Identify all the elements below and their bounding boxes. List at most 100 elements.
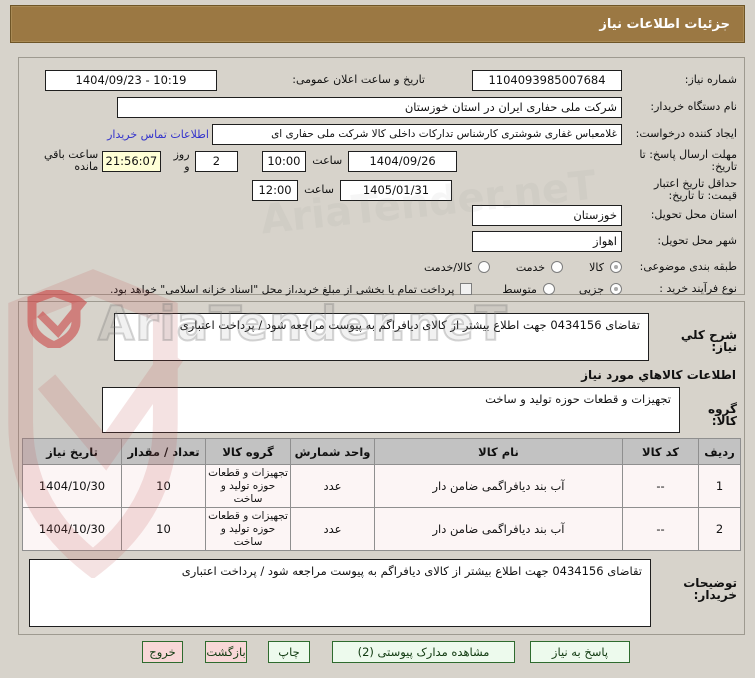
cell-quantity: 10: [121, 507, 206, 551]
cell-row-number: 2: [698, 507, 741, 551]
cell-count-unit: عدد: [290, 464, 375, 508]
row-delivery-city: شهر محل تحویل: اهواز: [19, 228, 744, 254]
radio-medium-label: متوسط: [502, 282, 537, 296]
response-deadline-label: مهلت ارسال پاسخ: تا تاریخ:: [639, 148, 737, 173]
announce-datetime-field[interactable]: 1404/09/23 - 10:19: [45, 69, 217, 91]
row-goods-table: ردیف کد کالا نام کالا واحد شمارش گروه کا…: [19, 438, 744, 552]
page-title-text: جزئیات اطلاعات نیاز: [599, 16, 730, 32]
purchase-process-label: نوع فرآیند خرید :: [659, 282, 737, 295]
delivery-province-label: استان محل تحویل:: [650, 208, 737, 221]
process-option-minor[interactable]: جزیی: [579, 283, 622, 296]
price-validity-date-field[interactable]: 1405/01/31: [340, 179, 452, 201]
cell-goods-code: --: [622, 464, 699, 508]
need-info-panel: شماره نیاز: 1104093985007684 تاریخ و ساع…: [18, 57, 745, 296]
response-deadline-date-field[interactable]: 1404/09/26: [348, 150, 457, 172]
goods-section-title: اطلاعات کالاهاي مورد نیاز: [581, 368, 736, 382]
respond-to-need-button[interactable]: پاسخ به نیاز: [530, 641, 630, 663]
row-general-description: شرح کلي نیاز: تقاضای 0434156 جهت اطلاع ب…: [19, 313, 744, 361]
buyer-notes-label: توضیحات خریدار:: [683, 576, 737, 602]
row-purchase-process: نوع فرآیند خرید : جزیی متوسط پرداخت تمام…: [19, 276, 744, 302]
buyer-org-field[interactable]: شرکت ملی حفاری ایران در استان خوزستان: [117, 96, 622, 118]
cell-goods-group: تجهیزات و قطعات حوزه تولید و ساخت: [205, 507, 291, 551]
price-validity-label: حداقل تاریخ اعتبار قیمت: تا تاریخ:: [653, 177, 737, 202]
general-description-label: شرح کلي نیاز:: [680, 328, 737, 354]
cell-row-number: 1: [698, 464, 741, 508]
delivery-city-label: شهر محل تحویل:: [657, 234, 737, 247]
delivery-city-field[interactable]: اهواز: [472, 230, 622, 252]
treasury-payment-option[interactable]: پرداخت تمام یا بخشی از مبلغ خرید،از محل …: [110, 282, 473, 296]
print-button[interactable]: چاپ: [268, 641, 310, 663]
buyer-org-label: نام دستگاه خریدار:: [650, 100, 737, 113]
need-number-label: شماره نیاز:: [684, 73, 737, 86]
radio-goods-service-icon[interactable]: [477, 261, 490, 273]
general-description-field[interactable]: تقاضای 0434156 جهت اطلاع بیشتر از کالای …: [114, 313, 649, 361]
cell-quantity: 10: [121, 464, 206, 508]
treasury-note-label: پرداخت تمام یا بخشی از مبلغ خرید،از محل …: [110, 282, 455, 296]
back-button[interactable]: بازگشت: [205, 641, 247, 663]
cell-need-date: 1404/10/30: [22, 464, 122, 508]
need-number-field[interactable]: 1104093985007684: [472, 69, 622, 91]
price-validity-time-field[interactable]: 12:00: [252, 179, 299, 201]
validity-hour-label: ساعت: [304, 183, 334, 196]
days-and-label: روز و: [173, 148, 190, 173]
goods-group-field[interactable]: تجهیزات و قطعات حوزه تولید و ساخت: [102, 387, 680, 433]
subject-classification-label: طبقه بندی موضوعی:: [639, 260, 737, 273]
row-request-creator: ایجاد کننده درخواست: غلامعباس غفاری شوشت…: [19, 121, 744, 147]
radio-goods-label: کالا: [589, 260, 604, 274]
radio-service-label: خدمت: [515, 260, 546, 274]
action-buttons-row: پاسخ به نیاز مشاهده مدارک پیوستی (2) چاپ…: [0, 641, 755, 663]
radio-minor-icon[interactable]: [610, 283, 622, 295]
process-option-medium[interactable]: متوسط: [502, 283, 555, 296]
row-buyer-org: نام دستگاه خریدار: شرکت ملی حفاری ایران …: [19, 94, 744, 120]
radio-medium-icon[interactable]: [542, 283, 555, 295]
radio-minor-label: جزیی: [578, 282, 604, 296]
cell-need-date: 1404/10/30: [22, 507, 122, 551]
request-creator-field[interactable]: غلامعباس غفاری شوشتری کارشناس تدارکات دا…: [212, 123, 622, 145]
cell-count-unit: عدد: [290, 507, 375, 551]
col-goods-code: کد کالا: [622, 438, 699, 465]
exit-button[interactable]: خروج: [142, 641, 183, 663]
goods-table: ردیف کد کالا نام کالا واحد شمارش گروه کا…: [22, 438, 741, 551]
col-count-unit: واحد شمارش: [290, 438, 375, 465]
cell-goods-code: --: [622, 507, 699, 551]
radio-service-icon[interactable]: [551, 261, 564, 273]
need-details-page: { "header": { "title": "جزئیات اطلاعات ن…: [0, 0, 755, 678]
buyer-notes-field[interactable]: تقاضای 0434156 جهت اطلاع بیشتر از کالای …: [29, 559, 651, 627]
col-need-date: تاریخ نیاز: [22, 438, 122, 465]
col-quantity: تعداد / مقدار: [121, 438, 206, 465]
table-row: 2 -- آب بند دیافراگمی ضامن دار عدد تجهیز…: [22, 507, 741, 551]
treasury-checkbox-icon[interactable]: [460, 283, 473, 295]
page-title: جزئیات اطلاعات نیاز: [10, 5, 745, 43]
cell-goods-group: تجهیزات و قطعات حوزه تولید و ساخت: [205, 464, 291, 508]
radio-goods-icon[interactable]: [610, 261, 622, 273]
radio-goods-service-label: کالا/خدمت: [424, 260, 472, 274]
row-response-deadline: مهلت ارسال پاسخ: تا تاریخ: 1404/09/26 سا…: [19, 146, 744, 176]
row-buyer-notes: توضیحات خریدار: تقاضای 0434156 جهت اطلاع…: [19, 559, 744, 627]
deadline-hour-label: ساعت: [312, 154, 343, 167]
row-goods-group: گروه کالا: تجهیزات و قطعات حوزه تولید و …: [19, 387, 744, 433]
hours-remaining-label: ساعت باقي مانده: [43, 148, 99, 173]
col-goods-name: نام کالا: [374, 438, 623, 465]
request-creator-label: ایجاد کننده درخواست:: [635, 127, 737, 140]
goods-table-header-row: ردیف کد کالا نام کالا واحد شمارش گروه کا…: [22, 438, 741, 465]
col-goods-group: گروه کالا: [205, 438, 291, 465]
buyer-contact-link[interactable]: اطلاعات تماس خریدار: [107, 128, 209, 141]
table-row: 1 -- آب بند دیافراگمی ضامن دار عدد تجهیز…: [22, 464, 741, 508]
classification-option-goods-service[interactable]: کالا/خدمت: [424, 261, 490, 274]
days-remaining-field[interactable]: 2: [194, 150, 239, 172]
row-delivery-province: استان محل تحویل: خوزستان: [19, 202, 744, 228]
cell-goods-name: آب بند دیافراگمی ضامن دار: [374, 507, 623, 551]
col-row-number: ردیف: [698, 438, 741, 465]
view-attachments-button[interactable]: مشاهده مدارک پیوستی (2): [332, 641, 515, 663]
delivery-province-field[interactable]: خوزستان: [472, 204, 622, 226]
announce-datetime-label: تاریخ و ساعت اعلان عمومی:: [292, 73, 425, 86]
response-deadline-time-field[interactable]: 10:00: [261, 150, 307, 172]
classification-option-service[interactable]: خدمت: [515, 260, 564, 274]
time-remaining-field: 21:56:07: [102, 150, 161, 172]
goods-group-label: گروه کالا:: [708, 402, 737, 428]
goods-panel: شرح کلي نیاز: تقاضای 0434156 جهت اطلاع ب…: [18, 301, 745, 635]
row-need-number: شماره نیاز: 1104093985007684 تاریخ و ساع…: [19, 67, 744, 93]
cell-goods-name: آب بند دیافراگمی ضامن دار: [374, 464, 623, 508]
row-price-validity: حداقل تاریخ اعتبار قیمت: تا تاریخ: 1405/…: [19, 175, 744, 205]
classification-option-goods[interactable]: کالا: [589, 261, 622, 274]
